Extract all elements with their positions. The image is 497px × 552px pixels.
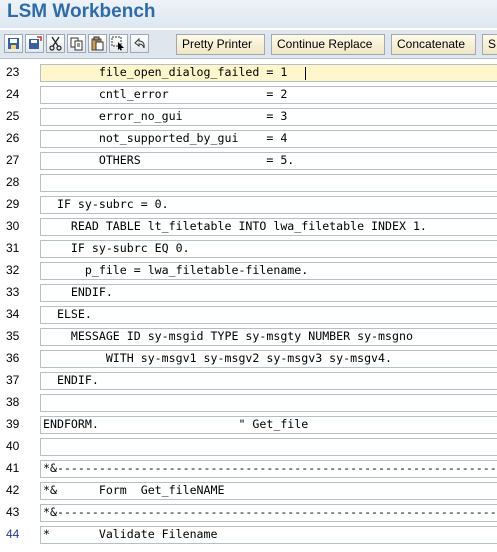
code-text: p_file = lwa_filetable-filename.	[43, 263, 309, 277]
code-line[interactable]: 36 WITH sy-msgv1 sy-msgv2 sy-msgv3 sy-ms…	[0, 348, 497, 370]
line-number: 25	[6, 109, 20, 123]
line-number: 38	[6, 395, 20, 409]
line-number: 34	[6, 307, 20, 321]
code-text: cntl_error = 2	[43, 87, 288, 101]
code-line[interactable]: 31 IF sy-subrc EQ 0.	[0, 238, 497, 260]
code-text: MESSAGE ID sy-msgid TYPE sy-msgty NUMBER…	[43, 329, 413, 343]
continue-replace-button[interactable]: Continue Replace	[271, 34, 385, 55]
cut-icon[interactable]	[46, 34, 65, 53]
code-text: ENDIF.	[43, 285, 113, 299]
toolbar-icon-group	[4, 34, 149, 54]
line-number: 23	[6, 65, 20, 79]
text-caret	[305, 67, 306, 80]
code-line[interactable]: 35 MESSAGE ID sy-msgid TYPE sy-msgty NUM…	[0, 326, 497, 348]
code-line[interactable]: 29 IF sy-subrc = 0.	[0, 194, 497, 216]
code-line[interactable]: 42 *& Form Get_fileNAME	[0, 480, 497, 502]
line-number: 33	[6, 285, 20, 299]
code-text: ELSE.	[43, 307, 92, 321]
title-bar: LSM Workbench	[0, 0, 497, 28]
pretty-printer-button[interactable]: Pretty Printer	[176, 34, 265, 55]
line-number: 35	[6, 329, 20, 343]
code-text: IF sy-subrc EQ 0.	[43, 241, 190, 255]
line-number: 30	[6, 219, 20, 233]
line-number: 32	[6, 263, 20, 277]
line-number: 24	[6, 87, 20, 101]
code-line[interactable]: 26 not_supported_by_gui = 4	[0, 128, 497, 150]
code-editor[interactable]: 23 file_open_dialog_failed = 1 24 cntl_er…	[0, 62, 497, 552]
code-line[interactable]: 23 file_open_dialog_failed = 1	[0, 62, 497, 84]
code-line-field[interactable]	[40, 394, 497, 412]
code-text: file_open_dialog_failed = 1	[43, 65, 288, 79]
code-text: OTHERS = 5.	[43, 153, 295, 167]
save-local-icon[interactable]	[4, 34, 23, 53]
select-icon[interactable]	[109, 34, 128, 53]
code-line[interactable]: 28	[0, 172, 497, 194]
line-number: 43	[6, 505, 20, 519]
code-text: READ TABLE lt_filetable INTO lwa_filetab…	[43, 219, 427, 233]
line-number: 44	[6, 527, 20, 541]
line-number: 40	[6, 439, 20, 453]
code-text: IF sy-subrc = 0.	[43, 197, 169, 211]
code-line[interactable]: 41 *&------------------------------------…	[0, 458, 497, 480]
line-number: 41	[6, 461, 20, 475]
code-line[interactable]: 32 p_file = lwa_filetable-filename.	[0, 260, 497, 282]
code-line-field[interactable]	[40, 174, 497, 192]
app-title: LSM Workbench	[7, 1, 156, 22]
code-text: ENDFORM. " Get_file	[43, 417, 309, 431]
line-number: 42	[6, 483, 20, 497]
editor-toolbar: Pretty Printer Continue Replace Concaten…	[0, 30, 497, 59]
code-line[interactable]: 39 ENDFORM. " Get_file	[0, 414, 497, 436]
code-text: ENDIF.	[43, 373, 99, 387]
code-text: *& Form Get_fileNAME	[43, 483, 225, 497]
line-number: 36	[6, 351, 20, 365]
code-line[interactable]: 43 *&------------------------------------…	[0, 502, 497, 524]
code-line-field[interactable]	[40, 372, 497, 390]
code-text: *&--------------------------------------…	[43, 505, 497, 519]
code-line-field[interactable]	[40, 306, 497, 324]
code-line[interactable]: 33 ENDIF.	[0, 282, 497, 304]
code-text: not_supported_by_gui = 4	[43, 131, 288, 145]
code-line[interactable]: 37 ENDIF.	[0, 370, 497, 392]
code-line[interactable]: 27 OTHERS = 5.	[0, 150, 497, 172]
copy-icon[interactable]	[67, 34, 86, 53]
paste-icon[interactable]	[88, 34, 107, 53]
undo-icon[interactable]	[130, 34, 149, 53]
line-number: 27	[6, 153, 20, 167]
code-line[interactable]: 44 * Validate Filename	[0, 524, 497, 546]
save-as-icon[interactable]	[25, 34, 44, 53]
line-number: 31	[6, 241, 20, 255]
code-line[interactable]: 34 ELSE.	[0, 304, 497, 326]
search-button[interactable]: S	[482, 34, 497, 55]
line-number: 29	[6, 197, 20, 211]
code-text: WITH sy-msgv1 sy-msgv2 sy-msgv3 sy-msgv4…	[43, 351, 393, 365]
line-number: 39	[6, 417, 20, 431]
line-number: 26	[6, 131, 20, 145]
concatenate-button[interactable]: Concatenate	[391, 34, 476, 55]
code-line-field[interactable]	[40, 438, 497, 456]
code-line[interactable]: 40	[0, 436, 497, 458]
code-text: * Validate Filename	[43, 527, 218, 541]
line-number: 28	[6, 175, 20, 189]
code-line[interactable]: 24 cntl_error = 2	[0, 84, 497, 106]
code-line[interactable]: 30 READ TABLE lt_filetable INTO lwa_file…	[0, 216, 497, 238]
line-number: 37	[6, 373, 20, 387]
code-text: *&--------------------------------------…	[43, 461, 497, 475]
code-line[interactable]: 38	[0, 392, 497, 414]
code-line[interactable]: 25 error_no_gui = 3	[0, 106, 497, 128]
code-text: error_no_gui = 3	[43, 109, 288, 123]
